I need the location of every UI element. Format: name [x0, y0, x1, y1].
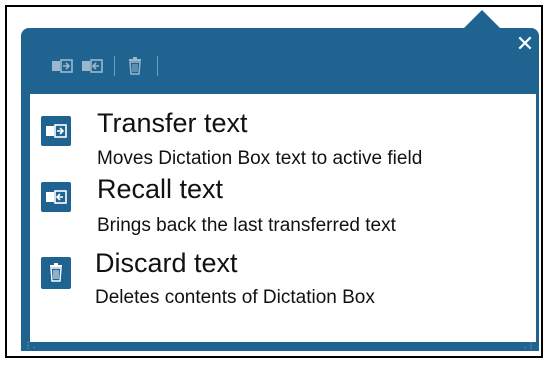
help-content: Transfer text Moves Dictation Box text t…: [30, 94, 536, 342]
resize-grip-icon[interactable]: .⋮: [524, 342, 536, 350]
item-title: Recall text: [97, 174, 224, 204]
trash-icon[interactable]: [123, 57, 147, 75]
toolbar: [50, 53, 166, 79]
recall-icon: [41, 182, 71, 212]
item-title: Transfer text: [97, 108, 248, 138]
panel-footer: ⋮. .⋮: [21, 342, 539, 351]
resize-grip-icon[interactable]: ⋮.: [24, 342, 36, 350]
trash-icon: [41, 257, 71, 289]
item-title: Discard text: [95, 248, 238, 278]
item-description: Brings back the last transferred text: [97, 215, 396, 236]
recall-icon[interactable]: [80, 57, 104, 75]
transfer-icon: [41, 116, 71, 146]
toolbar-separator: [157, 56, 158, 76]
close-button[interactable]: ✕: [515, 33, 535, 55]
item-description: Deletes contents of Dictation Box: [95, 287, 375, 308]
panel-pointer: [462, 10, 502, 30]
item-description: Moves Dictation Box text to active field: [97, 148, 423, 169]
toolbar-separator: [114, 56, 115, 76]
transfer-icon[interactable]: [50, 57, 74, 75]
